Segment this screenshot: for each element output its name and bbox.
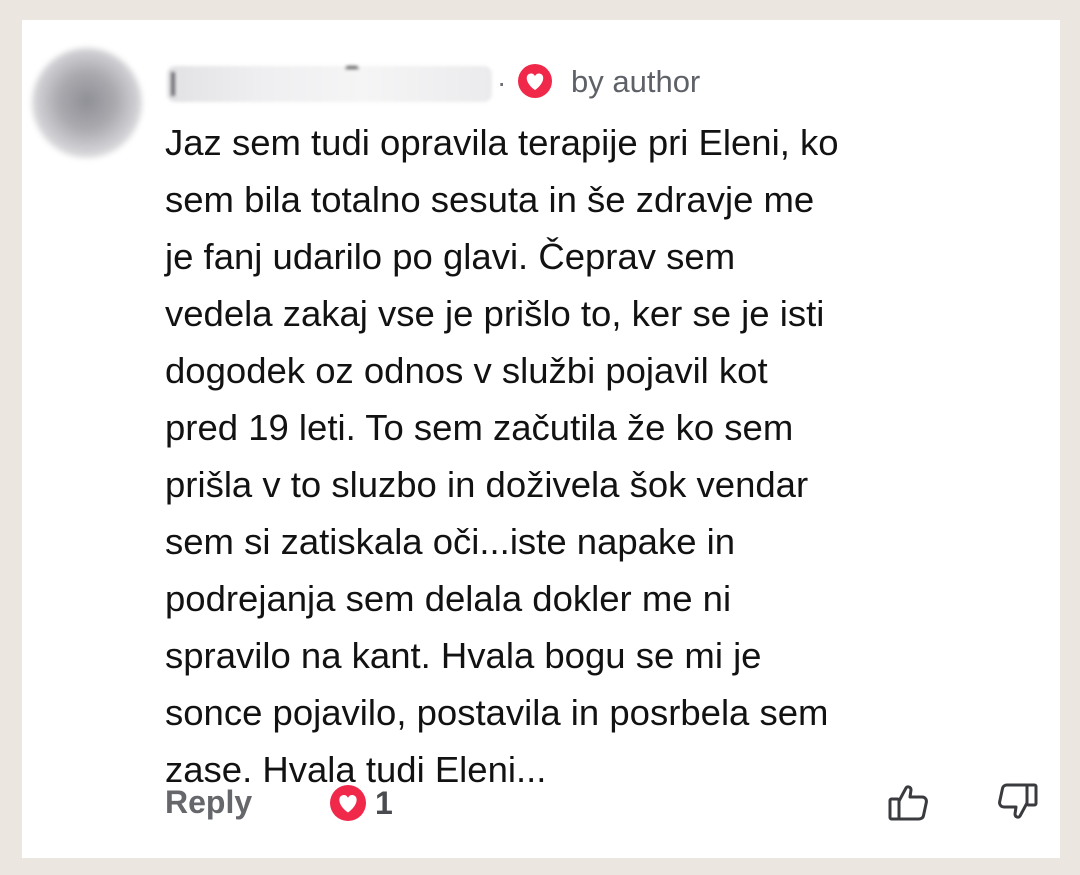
avatar[interactable] bbox=[32, 48, 142, 158]
reaction-count: 1 bbox=[375, 785, 393, 821]
author-name-blurred[interactable] bbox=[167, 66, 492, 102]
blurred-glyph bbox=[171, 72, 175, 96]
blurred-glyph bbox=[345, 60, 359, 69]
comment-text: Jaz sem tudi opravila terapije pri Eleni… bbox=[165, 122, 839, 790]
thumbs-down-icon[interactable] bbox=[993, 778, 1041, 826]
comment-header: · by author bbox=[167, 58, 867, 106]
separator-dot: · bbox=[497, 67, 507, 98]
author-badge-label: by author bbox=[571, 64, 701, 99]
thumbs-up-icon[interactable] bbox=[885, 778, 933, 826]
comment-actions: Reply 1 bbox=[165, 778, 1045, 828]
heart-badge-icon bbox=[518, 64, 552, 98]
reply-button[interactable]: Reply bbox=[165, 782, 252, 822]
comment-card: · by author Jaz sem tudi opravila terapi… bbox=[22, 20, 1060, 858]
heart-icon bbox=[330, 785, 366, 821]
